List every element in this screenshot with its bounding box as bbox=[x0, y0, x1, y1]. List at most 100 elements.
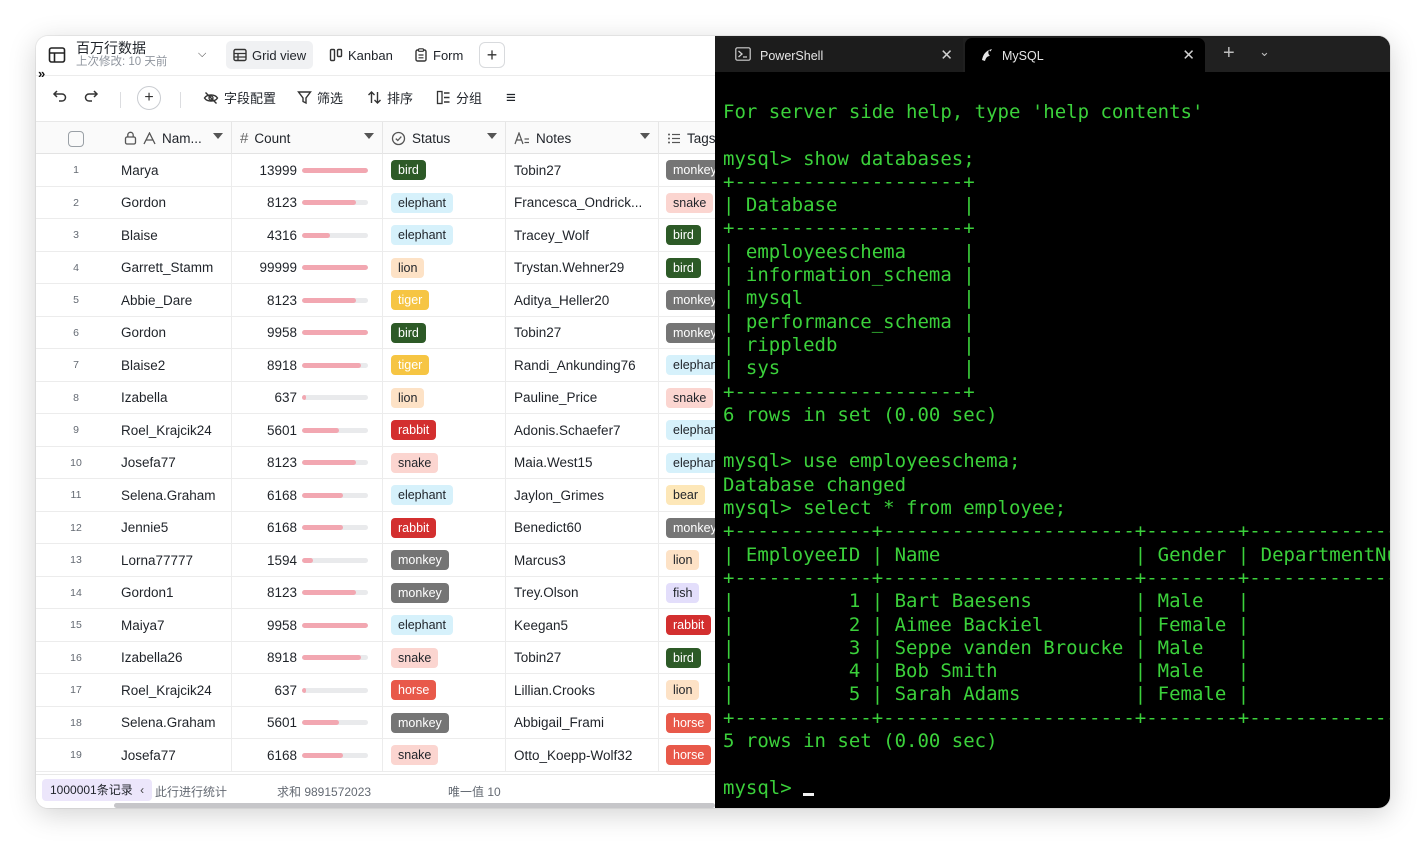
cell-name[interactable]: Josefa77 bbox=[116, 739, 232, 771]
redo-icon[interactable] bbox=[83, 88, 99, 104]
cell-status[interactable]: elephant bbox=[383, 609, 506, 641]
table-row[interactable]: 16 Izabella26 8918 snake Tobin27 bird bbox=[36, 641, 715, 674]
cell-status[interactable]: monkey bbox=[383, 576, 506, 609]
cell-count[interactable]: 5601 bbox=[232, 414, 383, 446]
cell-count[interactable]: 4316 bbox=[232, 219, 383, 251]
cell-count[interactable]: 8123 bbox=[232, 446, 383, 479]
cell-notes[interactable]: Francesca_Ondrick... bbox=[506, 186, 659, 219]
cell-name[interactable]: Jennie5 bbox=[116, 511, 232, 544]
table-row[interactable]: 3 Blaise 4316 elephant Tracey_Wolf bird bbox=[36, 219, 715, 252]
cell-status[interactable]: elephant bbox=[383, 219, 506, 251]
cell-status[interactable]: lion bbox=[383, 251, 506, 284]
cell-status[interactable]: bird bbox=[383, 316, 506, 349]
cell-tags[interactable]: monkey bbox=[659, 512, 715, 544]
cell-name[interactable]: Izabella26 bbox=[116, 641, 232, 674]
tab-powershell[interactable]: PowerShell ✕ bbox=[715, 38, 963, 72]
terminal-output[interactable]: For server side help, type 'help content… bbox=[723, 101, 1390, 800]
cell-count[interactable]: 5601 bbox=[232, 706, 383, 739]
cell-notes[interactable]: Maia.West15 bbox=[506, 446, 659, 479]
cell-notes[interactable]: Tobin27 bbox=[506, 154, 659, 186]
expand-sidebar-icon[interactable]: » bbox=[38, 66, 45, 81]
undo-icon[interactable] bbox=[52, 88, 68, 104]
cell-count[interactable]: 1594 bbox=[232, 544, 383, 576]
sort-button[interactable]: 排序 bbox=[367, 88, 413, 107]
cell-notes[interactable]: Adonis.Schaefer7 bbox=[506, 414, 659, 446]
cell-name[interactable]: Abbie_Dare bbox=[116, 284, 232, 316]
cell-count[interactable]: 8918 bbox=[232, 349, 383, 381]
cell-count[interactable]: 99999 bbox=[232, 251, 383, 284]
count-sum-stat[interactable]: 求和 9891572023 bbox=[277, 783, 371, 800]
cell-tags[interactable]: bird bbox=[659, 642, 715, 674]
cell-status[interactable]: snake bbox=[383, 641, 506, 674]
field-config-button[interactable]: 字段配置 bbox=[203, 88, 276, 107]
add-record-button[interactable]: + bbox=[137, 86, 161, 110]
status-unique-stat[interactable]: 唯一值 10 bbox=[448, 783, 501, 800]
cell-status[interactable]: elephant bbox=[383, 479, 506, 511]
cell-notes[interactable]: Aditya_Heller20 bbox=[506, 284, 659, 316]
cell-notes[interactable]: Benedict60 bbox=[506, 511, 659, 544]
table-title-block[interactable]: 百万行数据 上次修改: 10 天前 bbox=[76, 40, 167, 69]
chevron-down-icon[interactable]: ⌵ bbox=[198, 48, 206, 61]
table-row[interactable]: 12 Jennie5 6168 rabbit Benedict60 monkey bbox=[36, 511, 715, 544]
cell-status[interactable]: bird bbox=[383, 154, 506, 186]
cell-status[interactable]: lion bbox=[383, 381, 506, 414]
column-header-tags[interactable]: Tags bbox=[659, 122, 715, 154]
cell-notes[interactable]: Tobin27 bbox=[506, 316, 659, 349]
cell-notes[interactable]: Randi_Ankunding76 bbox=[506, 349, 659, 381]
cell-count[interactable]: 8123 bbox=[232, 576, 383, 609]
close-icon[interactable]: ✕ bbox=[940, 46, 953, 64]
cell-notes[interactable]: Trystan.Wehner29 bbox=[506, 251, 659, 284]
cell-name[interactable]: Blaise2 bbox=[116, 349, 232, 381]
cell-notes[interactable]: Lillian.Crooks bbox=[506, 674, 659, 706]
view-kanban-button[interactable]: Kanban bbox=[322, 41, 400, 69]
table-row[interactable]: 10 Josefa77 8123 snake Maia.West15 elephant bbox=[36, 446, 715, 479]
cell-notes[interactable]: Otto_Koepp-Wolf32 bbox=[506, 739, 659, 771]
cell-name[interactable]: Selena.Graham bbox=[116, 706, 232, 739]
cell-count[interactable]: 9958 bbox=[232, 609, 383, 641]
select-all-checkbox[interactable] bbox=[68, 131, 84, 147]
add-view-button[interactable]: + bbox=[479, 42, 505, 68]
cell-tags[interactable]: bird bbox=[659, 252, 715, 284]
chevron-down-icon[interactable] bbox=[213, 133, 223, 139]
cell-tags[interactable]: snake bbox=[659, 187, 715, 219]
cell-name[interactable]: Roel_Krajcik24 bbox=[116, 414, 232, 446]
column-header-status[interactable]: Status bbox=[383, 122, 506, 154]
cell-status[interactable]: tiger bbox=[383, 284, 506, 316]
column-header-notes[interactable]: Notes bbox=[506, 122, 659, 154]
cell-tags[interactable]: elephant bbox=[659, 414, 715, 446]
close-icon[interactable]: ✕ bbox=[1182, 46, 1195, 64]
cell-count[interactable]: 637 bbox=[232, 381, 383, 414]
cell-tags[interactable]: fish bbox=[659, 577, 715, 609]
cell-status[interactable]: monkey bbox=[383, 544, 506, 576]
cell-status[interactable]: horse bbox=[383, 674, 506, 706]
cell-count[interactable]: 6168 bbox=[232, 511, 383, 544]
cell-tags[interactable]: monkey bbox=[659, 284, 715, 316]
cell-count[interactable]: 9958 bbox=[232, 316, 383, 349]
table-row[interactable]: 14 Gordon1 8123 monkey Trey.Olson fish bbox=[36, 576, 715, 609]
cell-tags[interactable]: lion bbox=[659, 674, 715, 706]
cell-status[interactable]: elephant bbox=[383, 186, 506, 219]
new-tab-icon[interactable]: + bbox=[1223, 42, 1235, 65]
cell-tags[interactable]: bear bbox=[659, 479, 715, 511]
cell-count[interactable]: 8123 bbox=[232, 186, 383, 219]
cell-name[interactable]: Gordon bbox=[116, 316, 232, 349]
chevron-down-icon[interactable] bbox=[640, 133, 650, 139]
table-row[interactable]: 11 Selena.Graham 6168 elephant Jaylon_Grimes… bbox=[36, 479, 715, 512]
cell-status[interactable]: monkey bbox=[383, 706, 506, 739]
chevron-down-icon[interactable] bbox=[487, 133, 497, 139]
cell-name[interactable]: Selena.Graham bbox=[116, 479, 232, 511]
record-count-badge[interactable]: 1000001条记录 ‹ bbox=[42, 779, 153, 801]
cell-tags[interactable]: elephant bbox=[659, 349, 715, 381]
cell-name[interactable]: Gordon bbox=[116, 186, 232, 219]
table-row[interactable]: 15 Maiya7 9958 elephant Keegan5 rabbit bbox=[36, 609, 715, 642]
view-grid-button[interactable]: Grid view bbox=[226, 41, 314, 69]
table-row[interactable]: 19 Josefa77 6168 snake Otto_Koepp-Wolf32 hors… bbox=[36, 739, 715, 772]
table-row[interactable]: 9 Roel_Krajcik24 5601 rabbit Adonis.Schaefer… bbox=[36, 414, 715, 447]
cell-count[interactable]: 8918 bbox=[232, 641, 383, 674]
table-row[interactable]: 8 Izabella 637 lion Pauline_Price snake bbox=[36, 381, 715, 414]
filter-button[interactable]: 筛选 bbox=[297, 88, 343, 107]
cell-tags[interactable]: monkey bbox=[659, 317, 715, 349]
cell-notes[interactable]: Pauline_Price bbox=[506, 381, 659, 414]
table-row[interactable]: 7 Blaise2 8918 tiger Randi_Ankunding76 elepha… bbox=[36, 349, 715, 382]
table-row[interactable]: 1 Marya 13999 bird Tobin27 monkey bbox=[36, 154, 715, 187]
